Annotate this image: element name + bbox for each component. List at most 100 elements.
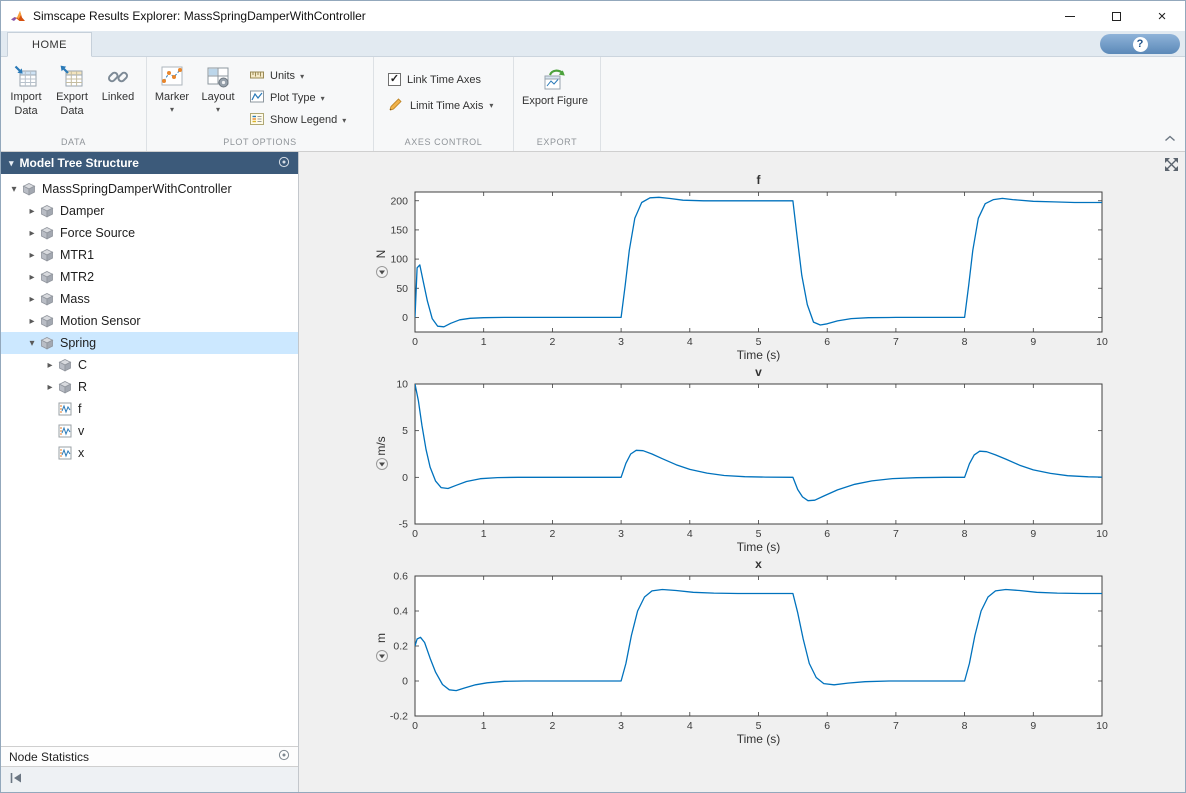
expand-arrow-icon[interactable]: ▸: [25, 228, 39, 239]
tree-item-x[interactable]: x: [1, 442, 298, 464]
units-dropdown-icon[interactable]: [377, 267, 388, 278]
x-tick-label: 3: [618, 720, 624, 732]
plot-f[interactable]: 012345678910050100150200fTime (s)N: [303, 170, 1183, 362]
x-tick-label: 9: [1030, 528, 1036, 540]
x-tick-label: 7: [893, 528, 899, 540]
show-legend-icon: [249, 111, 265, 130]
x-tick-label: 8: [962, 720, 968, 732]
y-tick-label: 0: [402, 312, 408, 324]
x-tick-label: 1: [481, 720, 487, 732]
y-tick-label: 0: [402, 676, 408, 688]
tree-item-r[interactable]: ▸R: [1, 376, 298, 398]
help-button[interactable]: ?: [1100, 34, 1180, 54]
titlebar: Simscape Results Explorer: MassSpringDam…: [1, 1, 1185, 31]
layout-icon: [206, 63, 230, 91]
expand-arrow-icon[interactable]: ▸: [43, 360, 57, 371]
link-time-axes-checkbox[interactable]: ✓ Link Time Axes: [388, 73, 493, 86]
window-title: Simscape Results Explorer: MassSpringDam…: [33, 9, 366, 23]
x-tick-label: 4: [687, 336, 693, 348]
tab-home[interactable]: HOME: [7, 32, 92, 57]
node-statistics-bar[interactable]: Node Statistics: [1, 746, 298, 767]
plot-type-button[interactable]: Plot Type ▾: [249, 89, 346, 107]
tree-item-spring[interactable]: ▾Spring: [1, 332, 298, 354]
y-tick-label: 50: [396, 283, 408, 295]
tree-item-v[interactable]: v: [1, 420, 298, 442]
chart-v[interactable]: 012345678910-50510vTime (s)m/s: [303, 362, 1183, 554]
plot-pane: 012345678910050100150200fTime (s)N 01234…: [299, 152, 1185, 792]
collapse-panel-icon[interactable]: [9, 771, 23, 789]
x-tick-label: 8: [962, 528, 968, 540]
layout-button[interactable]: Layout ▾: [195, 59, 241, 114]
panel-collapse-icon[interactable]: ▾: [9, 158, 14, 169]
node-icon: [58, 358, 74, 372]
expand-arrow-icon[interactable]: ▸: [25, 272, 39, 283]
export-data-button[interactable]: Export Data: [49, 59, 95, 119]
linked-button[interactable]: Linked: [95, 59, 141, 105]
link-time-axes-label: Link Time Axes: [407, 74, 481, 86]
tree-item-mtr2[interactable]: ▸ MTR2: [1, 266, 298, 288]
expand-arrow-icon[interactable]: ▸: [25, 316, 39, 327]
expand-arrow-icon[interactable]: ▸: [43, 382, 57, 393]
model-tree-header: ▾ Model Tree Structure: [1, 152, 298, 174]
chart-x[interactable]: 012345678910-0.200.20.40.6xTime (s)m: [303, 554, 1183, 746]
expand-arrow-icon[interactable]: ▸: [25, 250, 39, 261]
tree-item-label: Damper: [60, 204, 104, 218]
tree-item-damper[interactable]: ▸ Damper: [1, 200, 298, 222]
group-export: Export Figure EXPORT: [514, 57, 601, 151]
y-tick-label: 0: [402, 472, 408, 484]
x-tick-label: 6: [824, 528, 830, 540]
plot-title: v: [755, 365, 762, 379]
collapse-ribbon-button[interactable]: [1164, 129, 1176, 147]
panel-options-icon[interactable]: [278, 156, 290, 171]
marker-button[interactable]: Marker ▾: [149, 59, 195, 114]
tree-item-massspringdamperwithcontroller[interactable]: ▾MassSpringDamperWithController: [1, 178, 298, 200]
expand-arrow-icon[interactable]: ▸: [25, 206, 39, 217]
node-icon: [40, 204, 56, 218]
node-icon: [40, 226, 56, 240]
plot-x[interactable]: 012345678910-0.200.20.40.6xTime (s)m: [303, 554, 1183, 746]
signal-icon: [58, 402, 74, 416]
node-statistics-options-icon[interactable]: [278, 749, 290, 764]
expand-arrow-icon[interactable]: ▸: [25, 294, 39, 305]
minimize-button[interactable]: [1047, 1, 1093, 31]
show-legend-button[interactable]: Show Legend ▾: [249, 111, 346, 129]
node-icon: [40, 314, 56, 328]
expand-plots-icon[interactable]: [1164, 157, 1179, 177]
tree-item-mtr1[interactable]: ▸ MTR1: [1, 244, 298, 266]
x-tick-label: 2: [549, 528, 555, 540]
tree-item-motion-sensor[interactable]: ▸Motion Sensor: [1, 310, 298, 332]
x-tick-label: 9: [1030, 720, 1036, 732]
plot-v[interactable]: 012345678910-50510vTime (s)m/s: [303, 362, 1183, 554]
x-tick-label: 4: [687, 720, 693, 732]
tree-item-label: f: [78, 402, 81, 416]
tree-item-mass[interactable]: ▸Mass: [1, 288, 298, 310]
help-icon: ?: [1133, 37, 1148, 52]
tree-item-c[interactable]: ▸C: [1, 354, 298, 376]
units-button[interactable]: Units ▾: [249, 67, 346, 85]
collapse-arrow-icon[interactable]: ▾: [25, 338, 39, 349]
x-tick-label: 4: [687, 528, 693, 540]
export-figure-button[interactable]: Export Figure: [516, 59, 594, 107]
units-dropdown-icon[interactable]: [377, 651, 388, 662]
export-data-label-1: Export: [56, 91, 88, 105]
model-tree-panel: ▾ Model Tree Structure ▾MassSpringDamper…: [1, 152, 299, 792]
close-button[interactable]: ×: [1139, 1, 1185, 31]
layout-dropdown-icon: ▾: [216, 106, 220, 114]
x-tick-label: 3: [618, 528, 624, 540]
x-axis-label: Time (s): [737, 540, 781, 554]
tree-item-label: MTR2: [60, 270, 94, 284]
tree-item-force-source[interactable]: ▸Force Source: [1, 222, 298, 244]
marker-icon: [160, 63, 184, 91]
units-dropdown-icon[interactable]: [377, 459, 388, 470]
y-tick-label: 5: [402, 425, 408, 437]
import-data-button[interactable]: Import Data: [3, 59, 49, 119]
chart-f[interactable]: 012345678910050100150200fTime (s)N: [303, 170, 1183, 362]
tree-item-f[interactable]: f: [1, 398, 298, 420]
collapse-arrow-icon[interactable]: ▾: [7, 184, 21, 195]
show-legend-label: Show Legend: [270, 114, 337, 126]
maximize-button[interactable]: [1093, 1, 1139, 31]
tree-item-label: MTR1: [60, 248, 94, 262]
tree-item-label: R: [78, 380, 87, 394]
limit-time-axis-button[interactable]: Limit Time Axis ▾: [388, 96, 493, 115]
model-tree: ▾MassSpringDamperWithController ▸ Damper ▸F…: [1, 174, 298, 746]
